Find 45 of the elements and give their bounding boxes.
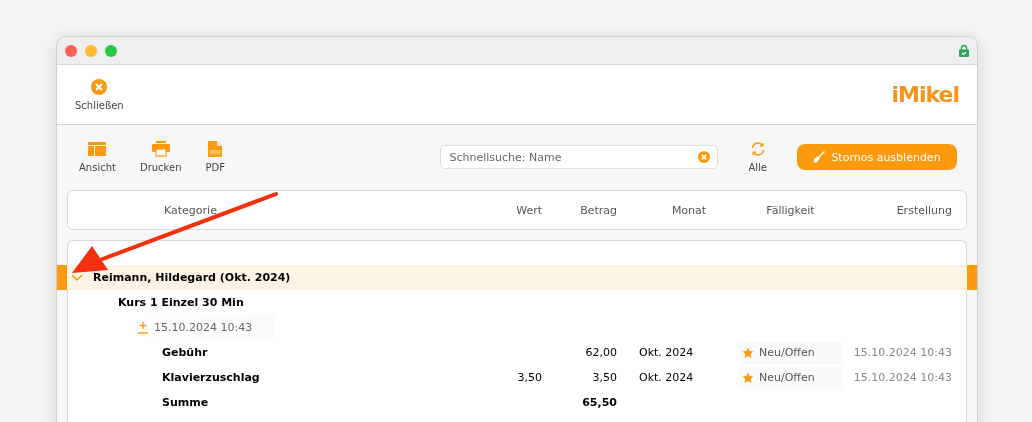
plus-minus-icon xyxy=(138,321,148,334)
close-button[interactable]: Schließen xyxy=(75,78,124,111)
star-icon xyxy=(742,346,754,359)
toolbar-button[interactable]: Ansicht xyxy=(79,141,116,173)
window-control-close[interactable] xyxy=(65,44,77,57)
column-header[interactable]: Fälligkeit xyxy=(739,203,842,217)
printer-icon xyxy=(151,141,170,157)
sum-label: Summe xyxy=(161,396,210,409)
toolbar-button[interactable]: Drucken xyxy=(139,141,182,173)
window-control-zoom[interactable] xyxy=(105,44,117,57)
lock-icon xyxy=(959,44,969,57)
column-header[interactable]: Kategorie xyxy=(68,203,482,217)
booking-date: 15.10.2024 10:43 xyxy=(154,321,253,334)
close-icon xyxy=(91,78,108,95)
status-text: Neu/Offen xyxy=(759,371,815,384)
toolbar-button[interactable]: PDF xyxy=(205,141,225,173)
amount-cell-text: 3,50 xyxy=(591,371,617,384)
value-cell-text: 3,50 xyxy=(516,371,542,384)
column-header[interactable]: Monat xyxy=(617,203,739,217)
category-cell-text: Gebühr xyxy=(161,346,209,359)
star-icon xyxy=(742,371,754,384)
broom-icon xyxy=(813,151,826,163)
pdf-file-icon xyxy=(206,141,225,157)
chevron-down-icon[interactable] xyxy=(71,273,83,282)
column-header[interactable]: Wert xyxy=(482,203,542,217)
amount-cell-text: 62,00 xyxy=(584,346,617,359)
created-cell-text: 15.10.2024 10:43 xyxy=(852,346,952,359)
category-cell-text: Klavierzuschlag xyxy=(161,371,261,384)
course-title: Kurs 1 Einzel 30 Min xyxy=(118,296,244,309)
layout-icon xyxy=(88,141,107,157)
month-cell-text: Okt. 2024 xyxy=(638,371,695,384)
search-field[interactable]: Schnellsuche: Name xyxy=(440,145,719,169)
window-control-minimize[interactable] xyxy=(85,44,97,57)
clear-icon xyxy=(698,151,711,163)
created-cell-text: 15.10.2024 10:43 xyxy=(852,371,952,384)
column-header[interactable]: Betrag xyxy=(542,203,617,217)
logo: iMikel xyxy=(891,82,959,107)
status-text: Neu/Offen xyxy=(759,346,815,359)
sum-amount: 65,50 xyxy=(581,396,617,409)
refresh-button[interactable]: Alle xyxy=(748,141,767,173)
column-header[interactable]: Erstellung xyxy=(842,203,952,217)
refresh-icon xyxy=(749,141,766,157)
month-cell-text: Okt. 2024 xyxy=(638,346,695,359)
group-title: Reimann, Hildegard (Okt. 2024) xyxy=(93,271,291,284)
group-row[interactable]: Reimann, Hildegard (Okt. 2024) xyxy=(57,265,977,290)
